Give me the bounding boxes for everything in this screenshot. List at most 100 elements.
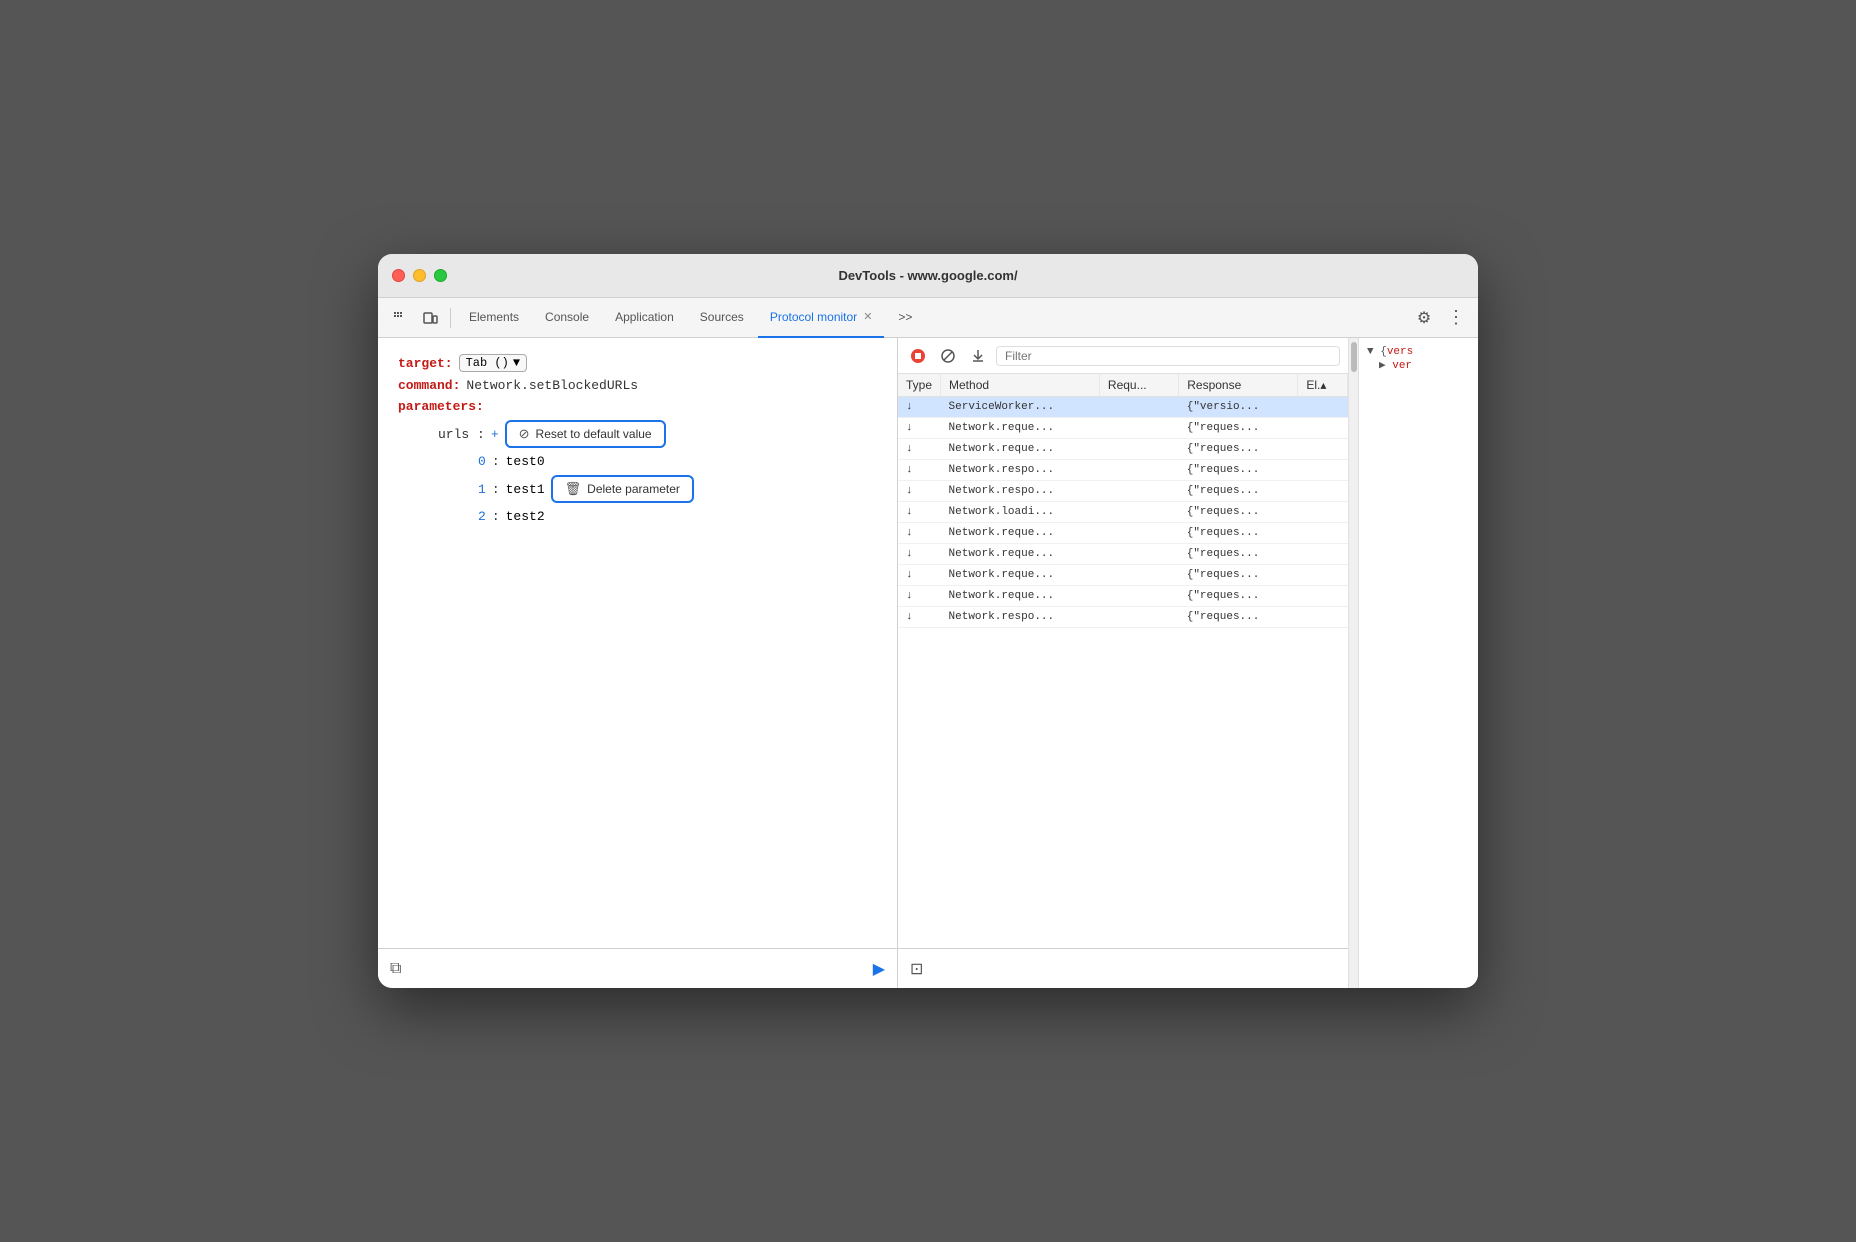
cell-request bbox=[1099, 418, 1178, 439]
cell-method: Network.reque... bbox=[941, 418, 1100, 439]
col-type-header[interactable]: Type bbox=[898, 374, 941, 397]
more-options-icon[interactable]: ⋮ bbox=[1442, 304, 1470, 332]
left-content: target: Tab () ▼ command: Network.setBlo… bbox=[378, 338, 897, 948]
cell-response: {"reques... bbox=[1179, 586, 1298, 607]
device-toggle-icon[interactable] bbox=[416, 304, 444, 332]
cell-type: ↓ bbox=[898, 523, 941, 544]
plus-label[interactable]: + bbox=[491, 427, 499, 442]
table-row[interactable]: ↓ Network.respo... {"reques... bbox=[898, 607, 1348, 628]
tab-sources[interactable]: Sources bbox=[688, 298, 756, 338]
clear-button[interactable] bbox=[936, 344, 960, 368]
col-requ-header[interactable]: Requ... bbox=[1099, 374, 1178, 397]
col-method-header[interactable]: Method bbox=[941, 374, 1100, 397]
cell-request bbox=[1099, 565, 1178, 586]
left-panel: target: Tab () ▼ command: Network.setBlo… bbox=[378, 338, 898, 988]
command-value: Network.setBlockedURLs bbox=[466, 378, 638, 393]
tab-protocol-monitor[interactable]: Protocol monitor ✕ bbox=[758, 298, 885, 338]
tab-more[interactable]: >> bbox=[886, 298, 924, 338]
cell-response: {"versio... bbox=[1179, 397, 1298, 418]
reset-to-default-button[interactable]: ⊘ Reset to default value bbox=[505, 420, 666, 448]
cell-request bbox=[1099, 544, 1178, 565]
traffic-lights bbox=[392, 269, 447, 282]
table-row[interactable]: ↓ Network.reque... {"reques... bbox=[898, 439, 1348, 460]
target-line: target: Tab () ▼ bbox=[398, 354, 877, 372]
item-1-index: 1 bbox=[478, 482, 486, 497]
table-row[interactable]: ↓ Network.loadi... {"reques... bbox=[898, 502, 1348, 523]
maximize-button[interactable] bbox=[434, 269, 447, 282]
item-1-separator: : bbox=[492, 482, 500, 497]
scrollbar-thumb[interactable] bbox=[1351, 342, 1357, 372]
table-row[interactable]: ↓ Network.reque... {"reques... bbox=[898, 523, 1348, 544]
tab-close-icon[interactable]: ✕ bbox=[863, 310, 872, 323]
tab-application[interactable]: Application bbox=[603, 298, 686, 338]
toolbar-right: ⚙ ⋮ bbox=[1410, 304, 1470, 332]
item-1-value: test1 bbox=[506, 482, 545, 497]
table-row[interactable]: ↓ Network.reque... {"reques... bbox=[898, 544, 1348, 565]
select-cursor-icon[interactable] bbox=[386, 304, 414, 332]
cell-response: {"reques... bbox=[1179, 439, 1298, 460]
table-row[interactable]: ↓ Network.reque... {"reques... bbox=[898, 565, 1348, 586]
toggle-panel-icon[interactable]: ⊡ bbox=[910, 959, 923, 979]
cell-response: {"reques... bbox=[1179, 523, 1298, 544]
command-line: command: Network.setBlockedURLs bbox=[398, 378, 877, 393]
table-row[interactable]: ↓ Network.respo... {"reques... bbox=[898, 460, 1348, 481]
table-row[interactable]: ↓ ServiceWorker... {"versio... bbox=[898, 397, 1348, 418]
cell-method: Network.reque... bbox=[941, 586, 1100, 607]
protocol-table: Type Method Requ... Response El.▴ ↓ Serv… bbox=[898, 374, 1348, 628]
scrollbar[interactable] bbox=[1348, 338, 1358, 988]
cell-el bbox=[1298, 565, 1348, 586]
cell-type: ↓ bbox=[898, 607, 941, 628]
cell-response: {"reques... bbox=[1179, 481, 1298, 502]
protocol-toolbar bbox=[898, 338, 1348, 374]
minimize-button[interactable] bbox=[413, 269, 426, 282]
cell-request bbox=[1099, 607, 1178, 628]
right-panel: Type Method Requ... Response El.▴ ↓ Serv… bbox=[898, 338, 1478, 988]
col-el-header[interactable]: El.▴ bbox=[1298, 374, 1348, 397]
cell-el bbox=[1298, 523, 1348, 544]
cell-method: Network.loadi... bbox=[941, 502, 1100, 523]
col-response-header[interactable]: Response bbox=[1179, 374, 1298, 397]
item-2-index: 2 bbox=[478, 509, 486, 524]
table-row[interactable]: ↓ Network.reque... {"reques... bbox=[898, 418, 1348, 439]
cell-el bbox=[1298, 544, 1348, 565]
target-dropdown[interactable]: Tab () ▼ bbox=[459, 354, 527, 372]
tab-console[interactable]: Console bbox=[533, 298, 601, 338]
download-button[interactable] bbox=[966, 344, 990, 368]
cell-type: ↓ bbox=[898, 418, 941, 439]
cell-method: Network.reque... bbox=[941, 544, 1100, 565]
cell-response: {"reques... bbox=[1179, 418, 1298, 439]
cell-el bbox=[1298, 502, 1348, 523]
cell-request bbox=[1099, 397, 1178, 418]
delete-parameter-button[interactable]: 🗑 Delete parameter bbox=[551, 475, 694, 503]
cell-type: ↓ bbox=[898, 502, 941, 523]
cell-response: {"reques... bbox=[1179, 607, 1298, 628]
stop-recording-button[interactable] bbox=[906, 344, 930, 368]
close-button[interactable] bbox=[392, 269, 405, 282]
cell-response: {"reques... bbox=[1179, 502, 1298, 523]
filter-input[interactable] bbox=[996, 346, 1340, 366]
cell-el bbox=[1298, 586, 1348, 607]
item-1-line: 1 : test1 🗑 Delete parameter bbox=[398, 475, 877, 503]
table-row[interactable]: ↓ Network.reque... {"reques... bbox=[898, 586, 1348, 607]
cell-method: Network.respo... bbox=[941, 481, 1100, 502]
cell-method: Network.reque... bbox=[941, 439, 1100, 460]
cell-request bbox=[1099, 502, 1178, 523]
cell-type: ↓ bbox=[898, 439, 941, 460]
toolbar: Elements Console Application Sources Pro… bbox=[378, 298, 1478, 338]
tab-elements[interactable]: Elements bbox=[457, 298, 531, 338]
parameters-line: parameters: bbox=[398, 399, 877, 414]
cell-request bbox=[1099, 586, 1178, 607]
send-icon[interactable]: ▶ bbox=[873, 959, 885, 979]
command-key: command: bbox=[398, 378, 460, 393]
tree-line-1: ▼ {vers bbox=[1367, 346, 1470, 358]
cell-el bbox=[1298, 607, 1348, 628]
cell-type: ↓ bbox=[898, 565, 941, 586]
settings-icon[interactable]: ⚙ bbox=[1410, 304, 1438, 332]
sidebar-tree: ▼ {vers ▶ ver bbox=[1367, 346, 1470, 372]
table-row[interactable]: ↓ Network.respo... {"reques... bbox=[898, 481, 1348, 502]
dropdown-arrow-icon: ▼ bbox=[513, 356, 520, 370]
item-2-line: 2 : test2 bbox=[398, 509, 877, 524]
toolbar-separator bbox=[450, 308, 451, 328]
item-0-index: 0 bbox=[478, 454, 486, 469]
copy-panels-icon[interactable]: ⧉ bbox=[390, 960, 401, 978]
